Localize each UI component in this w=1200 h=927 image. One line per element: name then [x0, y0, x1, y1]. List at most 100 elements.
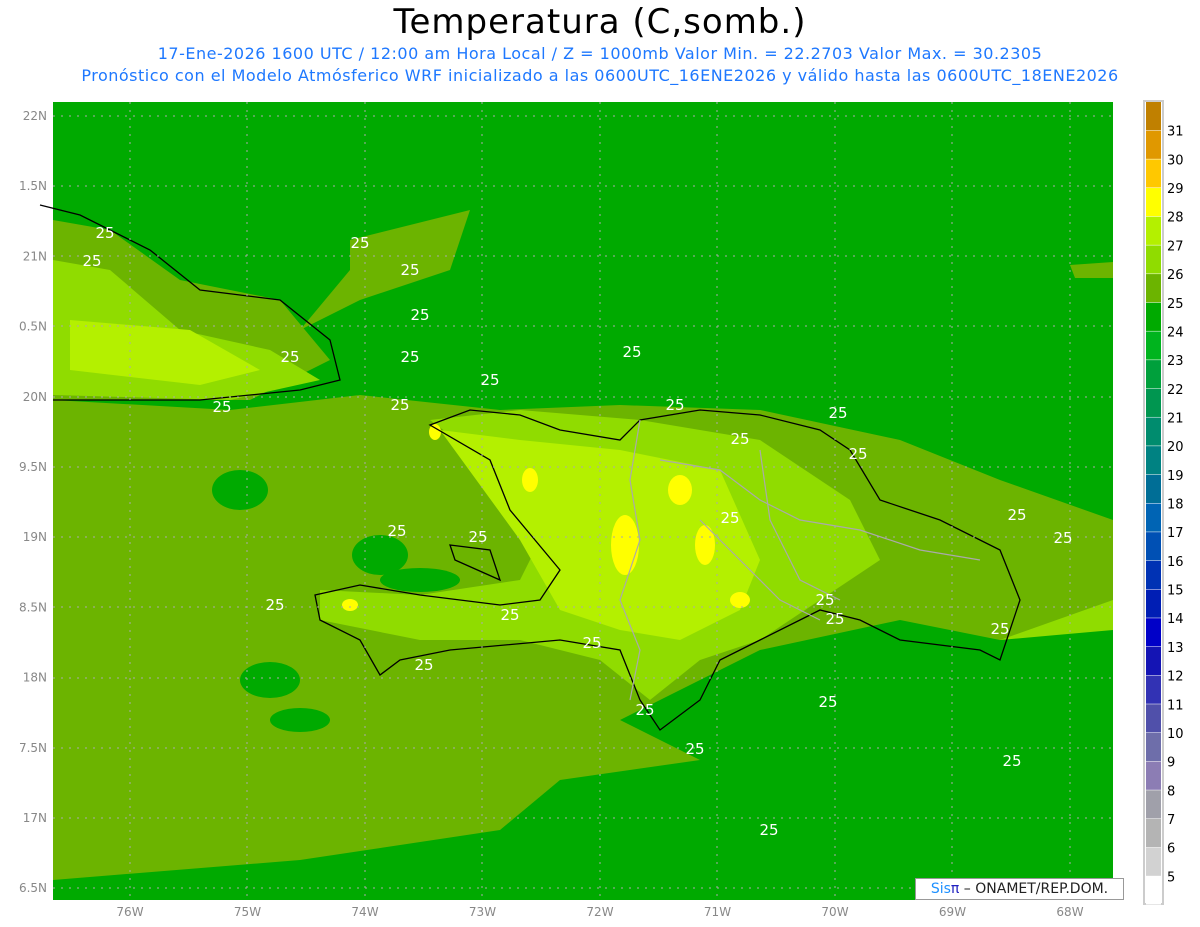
lat-tick-label: 18N — [23, 671, 47, 685]
contour-label: 25 — [400, 348, 419, 366]
lat-tick-label: 20N — [23, 390, 47, 404]
colorbar-label: 28 — [1167, 211, 1184, 226]
colorbar-swatch — [1146, 102, 1161, 131]
colorbar-label: 13 — [1167, 641, 1184, 656]
colorbar-swatch — [1146, 761, 1161, 790]
contour-label: 25 — [1007, 506, 1026, 524]
lat-tick-label: 8.5N — [19, 600, 47, 614]
colorbar-swatch — [1146, 503, 1161, 532]
colorbar-swatch — [1146, 360, 1161, 389]
lon-tick-label: 75W — [234, 905, 261, 919]
colorbar-swatch — [1146, 159, 1161, 188]
contour-label: 25 — [410, 306, 429, 324]
colorbar-label: 19 — [1167, 469, 1184, 484]
colorbar-label: 10 — [1167, 727, 1184, 742]
contour-label: 25 — [665, 396, 684, 414]
colorbar-label: 11 — [1167, 698, 1184, 713]
contour-label: 25 — [1053, 529, 1072, 547]
contour-label: 25 — [622, 343, 641, 361]
lon-tick-label: 70W — [821, 905, 848, 919]
lat-tick-label: 21N — [23, 249, 47, 263]
colorbar-swatch — [1146, 646, 1161, 676]
colorbar-label: 25 — [1167, 297, 1184, 312]
colorbar-label: 31 — [1167, 125, 1184, 140]
colorbar-label: 23 — [1167, 354, 1184, 369]
colorbar-swatch — [1146, 589, 1161, 618]
contour-label: 25 — [818, 693, 837, 711]
colorbar-label: 20 — [1167, 440, 1184, 455]
colorbar-swatch — [1146, 417, 1161, 446]
contour-label: 25 — [825, 610, 844, 628]
colorbar-swatch — [1146, 331, 1161, 360]
contour-label: 25 — [400, 261, 419, 279]
lat-tick-label: 7.5N — [19, 741, 47, 755]
colorbar-label: 15 — [1167, 584, 1184, 599]
colorbar-swatch — [1146, 388, 1161, 417]
contour-label: 25 — [212, 398, 231, 416]
contour-label: 25 — [95, 224, 114, 242]
colorbar-label: 29 — [1167, 182, 1184, 197]
lon-tick-label: 71W — [704, 905, 731, 919]
contour-label: 25 — [759, 821, 778, 839]
colorbar-label: 6 — [1167, 842, 1175, 857]
lon-tick-label: 76W — [116, 905, 143, 919]
lon-tick-label: 74W — [351, 905, 378, 919]
contour-label: 25 — [848, 445, 867, 463]
colorbar-label: 22 — [1167, 383, 1184, 398]
colorbar-label: 18 — [1167, 498, 1184, 513]
lon-tick-label: 69W — [939, 905, 966, 919]
contour-label: 25 — [720, 509, 739, 527]
colorbar-swatch — [1146, 474, 1161, 503]
colorbar-label: 12 — [1167, 670, 1184, 685]
lat-tick-label: 19N — [23, 530, 47, 544]
colorbar-swatch — [1146, 274, 1161, 303]
lat-tick-label: 22N — [23, 109, 47, 123]
colorbar-swatch — [1146, 818, 1161, 848]
colorbar-swatch — [1146, 188, 1161, 217]
contour-label: 25 — [990, 620, 1009, 638]
credit-box: Sisπ – ONAMET/REP.DOM. — [915, 878, 1124, 900]
colorbar-label: 27 — [1167, 239, 1184, 254]
lat-tick-label: 0.5N — [19, 320, 47, 334]
contour-label: 25 — [350, 234, 369, 252]
colorbar-swatch — [1146, 618, 1161, 647]
contour-label: 25 — [828, 404, 847, 422]
contour-label: 25 — [280, 348, 299, 366]
contour-label: 25 — [685, 740, 704, 758]
colorbar-swatch — [1146, 876, 1161, 905]
contour-label: 25 — [582, 634, 601, 652]
colorbar-swatch — [1146, 675, 1161, 704]
contour-label: 25 — [265, 596, 284, 614]
contour-label: 25 — [414, 656, 433, 674]
colorbar-swatch — [1146, 790, 1161, 819]
contour-label: 25 — [468, 528, 487, 546]
colorbar-swatch — [1146, 532, 1161, 561]
lat-tick-label: 17N — [23, 811, 47, 825]
colorbar-swatch — [1146, 704, 1161, 733]
contour-label: 25 — [390, 396, 409, 414]
colorbar-label: 30 — [1167, 153, 1184, 168]
colorbar-label: 14 — [1167, 612, 1184, 627]
colorbar-label: 24 — [1167, 325, 1184, 340]
colorbar-swatch — [1146, 847, 1161, 876]
colorbar-label: 26 — [1167, 268, 1184, 283]
colorbar-swatch — [1146, 302, 1161, 331]
colorbar-swatch — [1146, 560, 1161, 590]
colorbar-label: 7 — [1167, 813, 1175, 828]
lon-tick-label: 73W — [469, 905, 496, 919]
lon-tick-label: 72W — [586, 905, 613, 919]
colorbar-label: 17 — [1167, 526, 1184, 541]
colorbar-swatch — [1146, 216, 1161, 245]
lat-tick-label: 6.5N — [19, 881, 47, 895]
contour-label: 25 — [500, 606, 519, 624]
lat-tick-label: 1.5N — [19, 179, 47, 193]
contour-label: 25 — [387, 522, 406, 540]
temperature-map: 25 25 25 25 25 25 25 25 25 25 25 25 25 25 25 25 25 25 25 25… — [19, 100, 1184, 919]
lat-tick-label: 9.5N — [19, 460, 47, 474]
colorbar-swatch — [1146, 130, 1161, 159]
contour-label: 25 — [730, 430, 749, 448]
lon-tick-label: 68W — [1056, 905, 1083, 919]
colorbar-swatch — [1146, 732, 1161, 762]
colorbar-swatch — [1146, 245, 1161, 274]
credit-text: – ONAMET/REP.DOM. — [959, 881, 1109, 897]
